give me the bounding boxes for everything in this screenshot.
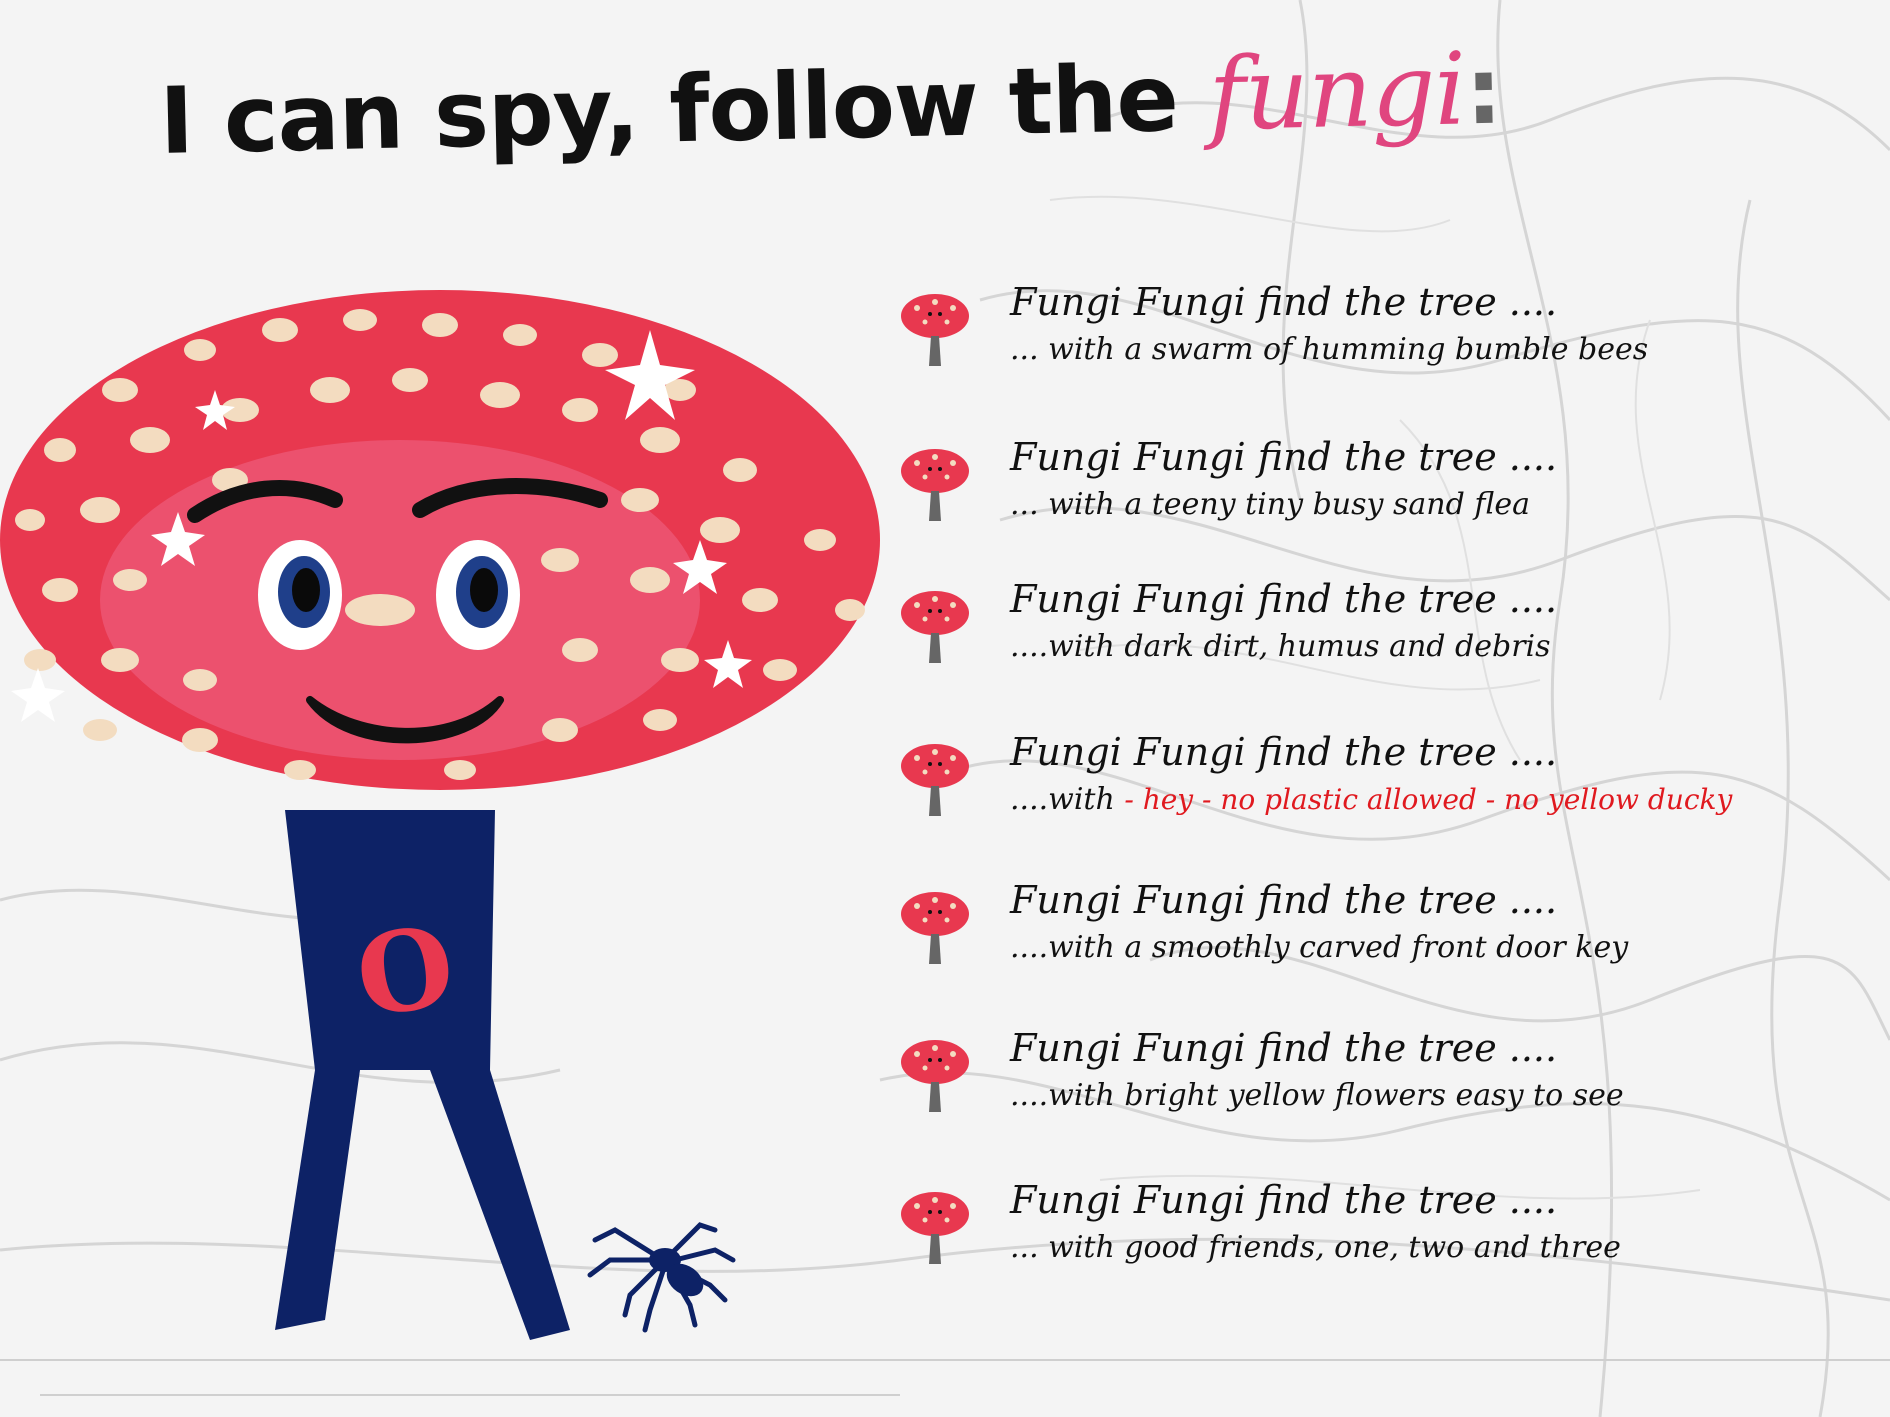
verse-line2: ....with dark dirt, humus and debris [1010, 629, 1551, 664]
title-accent-word: fungi [1207, 30, 1467, 154]
verse-line2: ... with a teeny tiny busy sand flea [1010, 487, 1530, 522]
mushroom-icon [901, 449, 969, 521]
left-eye [258, 540, 342, 650]
verse-item: Fungi Fungi find the tree .... ....with … [895, 577, 1795, 697]
verse-line1: Fungi Fungi find the tree .... [1010, 577, 1558, 621]
character-shirt [275, 810, 570, 1340]
verse-list: Fungi Fungi find the tree .... ... with … [895, 280, 1795, 1300]
verse-item: Fungi Fungi find the tree .... ... with … [895, 1178, 1795, 1298]
verse-item: Fungi Fungi find the tree .... ... with … [895, 435, 1795, 555]
title-prefix: I can spy, follow the [158, 44, 1210, 175]
verse-line2: ....with a smoothly carved front door ke… [1010, 930, 1629, 965]
verse-line1: Fungi Fungi find the tree .... [1010, 1178, 1558, 1222]
verse-warning-text: - hey - no plastic allowed - no yellow d… [1124, 783, 1733, 816]
verse-item: Fungi Fungi find the tree .... ....with … [895, 730, 1795, 850]
verse-line2: ....with - hey - no plastic allowed - no… [1010, 782, 1733, 817]
verse-line2: ... with a swarm of humming bumble bees [1010, 332, 1649, 367]
verse-line1: Fungi Fungi find the tree .... [1010, 1026, 1558, 1070]
verse-line2: ....with bright yellow flowers easy to s… [1010, 1078, 1624, 1113]
verse-line1: Fungi Fungi find the tree .... [1010, 878, 1558, 922]
mushroom-icon [901, 744, 969, 816]
verse-item: Fungi Fungi find the tree .... ....with … [895, 1026, 1795, 1146]
verse-line1: Fungi Fungi find the tree .... [1010, 435, 1558, 479]
title-suffix: : [1464, 37, 1503, 146]
mushroom-icon [901, 892, 969, 964]
shirt-letter: O [349, 901, 462, 1042]
verse-line2: ... with good friends, one, two and thre… [1010, 1230, 1621, 1265]
verse-item: Fungi Fungi find the tree .... ... with … [895, 280, 1795, 400]
verse-item: Fungi Fungi find the tree .... ....with … [895, 878, 1795, 998]
spider-icon [587, 1222, 736, 1333]
mushroom-icon [901, 1192, 969, 1264]
verse-line1: Fungi Fungi find the tree .... [1010, 280, 1558, 324]
mushroom-icon [901, 294, 969, 366]
mushroom-character: O [0, 290, 880, 1340]
mushroom-icon [901, 1040, 969, 1112]
mushroom-icon [901, 591, 969, 663]
verse-line1: Fungi Fungi find the tree .... [1010, 730, 1558, 774]
right-eye [436, 540, 520, 650]
